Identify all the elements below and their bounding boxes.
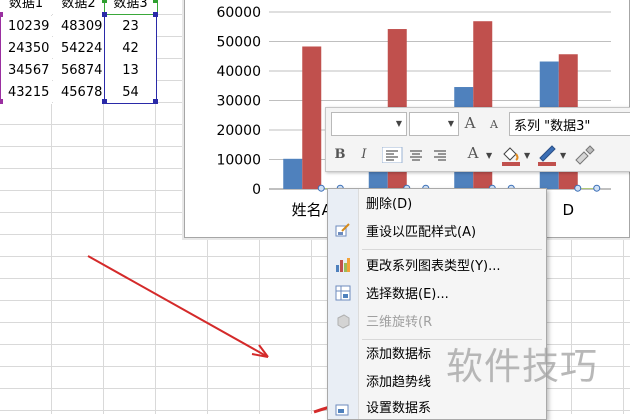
menu-item-change-chart-type[interactable]: 更改系列图表类型(Y)... (366, 257, 500, 277)
menu-separator (362, 249, 542, 250)
font-color-button[interactable]: A (463, 143, 483, 163)
align-right-icon[interactable] (434, 150, 446, 161)
font-shrink-button[interactable]: A (484, 115, 504, 135)
red-arrow-line (87, 255, 269, 358)
align-left-icon[interactable] (382, 147, 403, 163)
italic-button[interactable]: I (354, 145, 374, 165)
font-name-box[interactable]: ▼ (331, 112, 407, 136)
font-grow-button[interactable]: A (460, 113, 480, 133)
select-data-icon (335, 285, 351, 301)
menu-item-delete[interactable]: 删除(D) (366, 195, 412, 215)
font-size-box[interactable]: ▼ (409, 112, 459, 136)
menu-item-add-trendline[interactable]: 添加趋势线 (366, 373, 431, 393)
menu-item-select-data[interactable]: 选择数据(E)... (366, 285, 449, 305)
3d-rotation-icon (337, 314, 350, 329)
bold-button[interactable]: B (330, 145, 350, 165)
menu-item-add-data-labels[interactable]: 添加数据标 (366, 345, 431, 365)
menu-item-format-data-series[interactable]: 设置数据系 (366, 399, 431, 419)
line-color-icon[interactable] (538, 145, 556, 166)
series-select[interactable]: 系列 "数据3" (509, 112, 630, 136)
align-buttons (382, 147, 446, 163)
chart-type-icon (336, 258, 350, 272)
menu-item-3d-rotation: 三维旋转(R (366, 315, 433, 330)
chevron-down-icon: ▼ (486, 151, 493, 160)
format-painter-icon[interactable] (575, 145, 595, 165)
reset-style-icon (335, 223, 350, 237)
red-arrow-head (251, 344, 269, 358)
menu-item-reset-style[interactable]: 重设以匹配样式(A) (366, 223, 476, 243)
format-series-icon (335, 404, 349, 416)
color-tools: ▼ ▼ (502, 145, 595, 166)
align-center-icon[interactable] (410, 150, 422, 161)
series-select-value: 系列 "数据3" (514, 119, 591, 134)
fill-color-icon[interactable] (502, 147, 520, 166)
chevron-down-icon: ▼ (524, 151, 531, 160)
chevron-down-icon: ▼ (395, 119, 402, 128)
watermark: 软件技巧 (446, 345, 598, 388)
chevron-down-icon: ▼ (560, 151, 567, 160)
chevron-down-icon: ▼ (447, 119, 454, 128)
mini-toolbar: ▼ ▼ A A 系列 "数据3" B I A ▼ ▼ ▼ (325, 107, 630, 172)
